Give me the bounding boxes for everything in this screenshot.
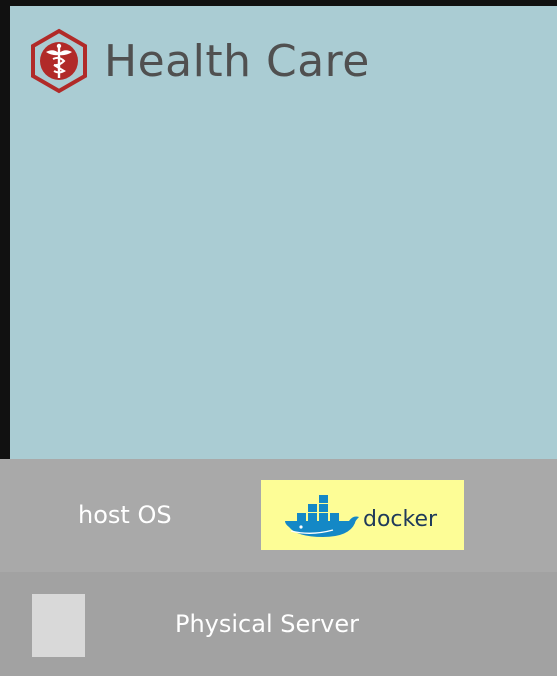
physical-server-label: Physical Server xyxy=(175,610,359,638)
app-header: Health Care xyxy=(26,26,370,96)
caduceus-icon xyxy=(31,28,87,94)
physical-server-layer: Physical Server xyxy=(0,572,557,676)
host-os-label: host OS xyxy=(78,501,172,529)
server-block xyxy=(32,594,85,657)
host-os-layer: host OS docker xyxy=(0,459,557,572)
app-title: Health Care xyxy=(104,35,370,87)
docker-box: docker xyxy=(261,480,464,550)
left-border xyxy=(0,0,10,459)
docker-logo: docker xyxy=(284,495,438,537)
svg-text:docker: docker xyxy=(363,507,438,532)
